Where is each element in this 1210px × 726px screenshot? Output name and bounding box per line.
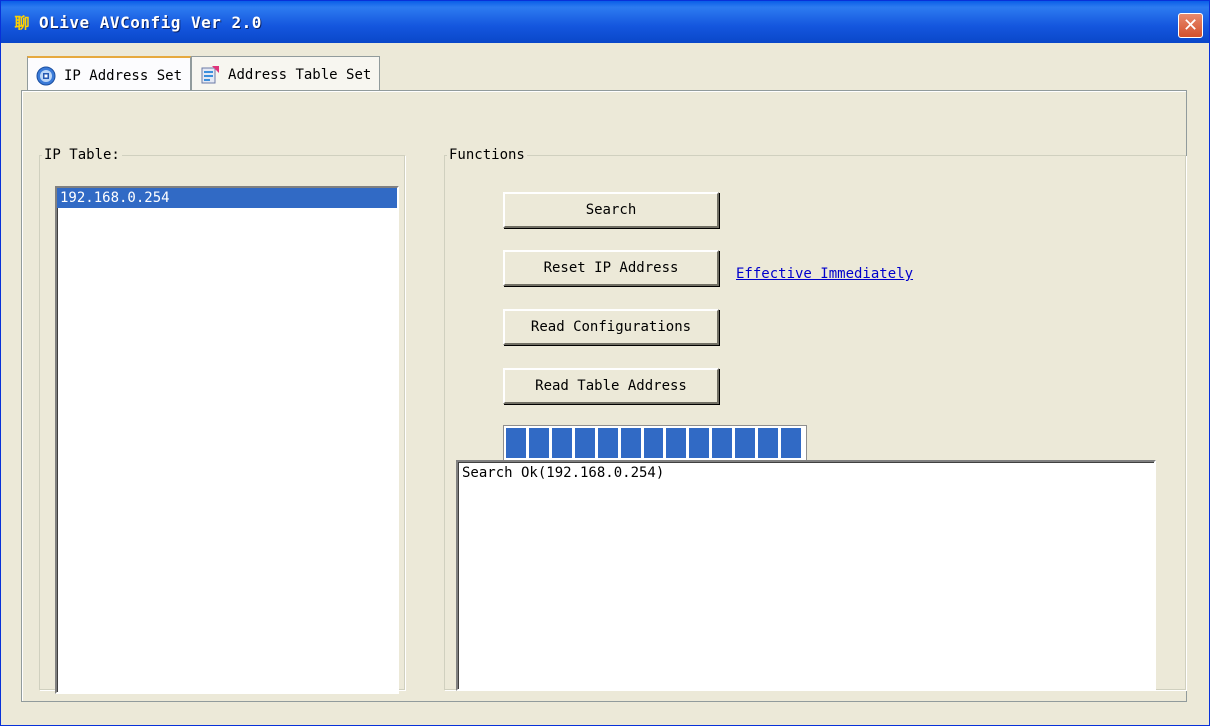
ip-table-list[interactable]: 192.168.0.254: [55, 186, 399, 694]
functions-label: Functions: [449, 147, 525, 163]
window-title: OLive AVConfig Ver 2.0: [39, 12, 262, 32]
network-icon: [36, 66, 56, 86]
read-table-address-button[interactable]: Read Table Address: [503, 368, 719, 404]
progress-block: [735, 428, 756, 458]
tab-label: Address Table Set: [228, 66, 372, 83]
progress-block: [781, 428, 801, 458]
tab-ip-address-set[interactable]: IP Address Set: [27, 56, 192, 94]
ip-table-group: IP Table: 192.168.0.254: [39, 147, 405, 694]
progress-block: [506, 428, 526, 458]
table-icon: [201, 65, 220, 83]
progress-block: [643, 428, 664, 458]
progress-bar: [503, 425, 807, 461]
progress-block: [689, 428, 710, 458]
close-icon: ✕: [1182, 15, 1199, 36]
progress-block: [551, 428, 572, 458]
log-line: Search Ok(192.168.0.254): [462, 465, 665, 481]
app-icon: 聊: [14, 13, 30, 32]
close-button[interactable]: ✕: [1178, 13, 1203, 38]
progress-block: [620, 428, 641, 458]
functions-group: Functions Search Reset IP Address Effect…: [444, 147, 1186, 691]
progress-block: [597, 428, 618, 458]
reset-ip-address-button[interactable]: Reset IP Address: [503, 250, 719, 286]
search-button[interactable]: Search: [503, 192, 719, 228]
list-item[interactable]: 192.168.0.254: [57, 188, 397, 208]
tab-address-table-set[interactable]: Address Table Set: [191, 56, 381, 92]
title-bar[interactable]: 聊 OLive AVConfig Ver 2.0 ✕: [1, 1, 1209, 43]
progress-block: [574, 428, 595, 458]
tab-label: IP Address Set: [64, 68, 183, 84]
effective-immediately-link[interactable]: Effective Immediately: [736, 266, 913, 282]
tab-panel-ip-address-set: IP Table: 192.168.0.254 Functions Search…: [21, 90, 1187, 702]
progress-block: [666, 428, 687, 458]
progress-block: [758, 428, 779, 458]
log-output[interactable]: Search Ok(192.168.0.254): [456, 460, 1156, 691]
progress-block: [528, 428, 549, 458]
tab-strip: IP Address Set Address Table Set: [27, 56, 381, 94]
ip-table-label: IP Table:: [44, 147, 120, 163]
main-window: 聊 OLive AVConfig Ver 2.0 ✕ IP Address Se…: [0, 0, 1210, 726]
read-configurations-button[interactable]: Read Configurations: [503, 309, 719, 345]
progress-block: [712, 428, 733, 458]
progress-fill: [506, 428, 804, 458]
